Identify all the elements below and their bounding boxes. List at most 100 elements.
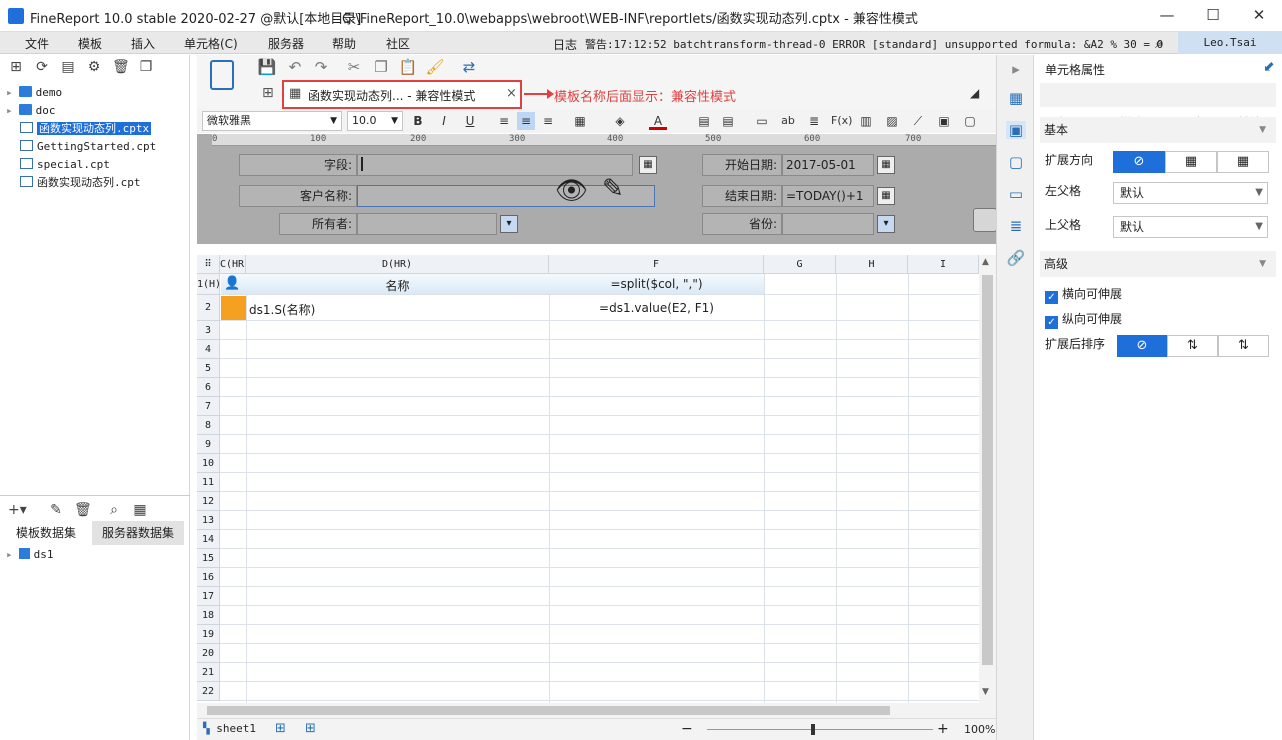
row-header[interactable]: 11 <box>197 473 220 492</box>
menu-cell[interactable]: 单元格(C) <box>184 35 238 52</box>
minimize-button[interactable]: — <box>1152 4 1182 26</box>
row-header[interactable]: 1(H) <box>197 274 221 295</box>
border-icon[interactable]: ▦ <box>571 112 589 130</box>
float-element-icon[interactable]: ▢ <box>1006 153 1026 171</box>
menu-file[interactable]: 文件 <box>25 35 49 52</box>
row-header[interactable]: 14 <box>197 530 220 549</box>
italic-button[interactable]: I <box>435 112 453 130</box>
align-left-icon[interactable]: ≡ <box>495 112 513 130</box>
cell-element-icon[interactable]: ▣ <box>1006 121 1026 139</box>
menu-insert[interactable]: 插入 <box>131 35 155 52</box>
hyperlink-icon[interactable]: 🔗 <box>1006 249 1026 267</box>
close-tab-icon[interactable]: × <box>506 86 517 101</box>
swap-icon[interactable]: ⇄ <box>459 58 479 78</box>
horizontal-expand-icon[interactable]: ▦ <box>1217 151 1269 173</box>
undo-icon[interactable]: ↶ <box>285 58 305 78</box>
row-header[interactable]: 6 <box>197 378 220 397</box>
row-header[interactable]: 9 <box>197 435 220 454</box>
start-date-input[interactable]: 2017-05-01 <box>782 154 874 176</box>
log-label[interactable]: 日志 <box>553 36 577 53</box>
row-header[interactable]: 8 <box>197 416 220 435</box>
scroll-thumb[interactable] <box>982 275 993 665</box>
add-form-sheet-icon[interactable]: ⊞ <box>305 721 316 736</box>
row-header[interactable]: 3 <box>197 321 220 340</box>
field-picker-icon[interactable]: ▦ <box>639 156 657 174</box>
add-sheet-icon[interactable]: ⊞ <box>275 721 286 736</box>
tab-template-dataset[interactable]: 模板数据集 <box>0 521 92 545</box>
underline-button[interactable]: U <box>461 112 479 130</box>
insert-richtext-icon[interactable]: ≣ <box>805 112 823 130</box>
add-dataset-icon[interactable]: +▾ <box>8 502 27 518</box>
vertical-expand-icon[interactable]: ▦ <box>1165 151 1217 173</box>
tree-item-demo[interactable]: ▸ demo <box>6 84 62 102</box>
condition-icon[interactable]: ≣ <box>1006 217 1026 235</box>
tree-item-cptx[interactable]: 函数实现动态列.cptx <box>20 120 152 138</box>
insert-text-icon[interactable]: ab <box>779 112 797 130</box>
field-input[interactable] <box>357 154 633 176</box>
insert-slash-icon[interactable]: ⟋ <box>909 112 927 130</box>
zoom-out-icon[interactable]: − <box>681 721 693 737</box>
pin-icon[interactable]: ⬋ <box>1263 59 1275 75</box>
owner-input[interactable] <box>357 213 497 235</box>
row-header[interactable]: 2 <box>197 295 220 321</box>
row-header[interactable]: 10 <box>197 454 220 473</box>
user-name[interactable]: Leo.Tsai <box>1178 32 1282 54</box>
zoom-slider[interactable] <box>707 729 933 730</box>
save-icon[interactable]: 💾 <box>257 58 277 78</box>
fill-color-icon[interactable]: ◈ <box>611 112 629 130</box>
row-header[interactable]: 12 <box>197 492 220 511</box>
menu-server[interactable]: 服务器 <box>268 35 304 52</box>
section-basic[interactable]: 基本 ▼ <box>1040 117 1276 143</box>
refresh-icon[interactable]: ⟳ <box>34 59 50 75</box>
row-header[interactable]: 4 <box>197 340 220 359</box>
tree-item-cpt[interactable]: 函数实现动态列.cpt <box>20 174 141 192</box>
top-parent-select[interactable]: 默认 ▼ <box>1113 216 1268 238</box>
delete-icon[interactable]: 🗑 <box>112 59 130 75</box>
template-big-icon[interactable] <box>210 60 234 90</box>
calendar-icon[interactable]: ▦ <box>877 187 895 205</box>
redo-icon[interactable]: ↷ <box>311 58 331 78</box>
col-header-h[interactable]: H <box>836 255 908 274</box>
calendar-icon[interactable]: ▦ <box>877 156 895 174</box>
tree-item-special[interactable]: special.cpt <box>20 156 110 174</box>
col-header-g[interactable]: G <box>764 255 836 274</box>
sheet-tab[interactable]: ▚ sheet1 <box>203 722 256 735</box>
zoom-slider-thumb[interactable] <box>811 724 815 735</box>
col-header-f[interactable]: F <box>549 255 764 274</box>
owner-dropdown-icon[interactable]: ▾ <box>500 215 518 233</box>
vertical-expandable-checkbox[interactable]: ✓ 纵向可伸展 <box>1045 310 1122 329</box>
zoom-in-icon[interactable]: + <box>937 721 949 737</box>
close-button[interactable]: ✕ <box>1244 4 1274 26</box>
widget-icon[interactable]: ▭ <box>1006 185 1026 203</box>
row-header[interactable]: 22 <box>197 682 220 701</box>
tree-item-gettingstarted[interactable]: GettingStarted.cpt <box>20 138 156 156</box>
province-dropdown-icon[interactable]: ▾ <box>877 215 895 233</box>
tab-server-dataset[interactable]: 服务器数据集 <box>92 521 184 545</box>
horizontal-expandable-checkbox[interactable]: ✓ 横向可伸展 <box>1045 285 1122 304</box>
cell-d2[interactable]: ds1.S(名称) <box>249 301 545 318</box>
align-center-icon[interactable]: ≡ <box>517 112 535 130</box>
row-header[interactable]: 17 <box>197 587 220 606</box>
hide-icon[interactable]: 👁 <box>555 176 588 206</box>
cell-element-icon[interactable]: ▢ <box>961 112 979 130</box>
col-header-d[interactable]: D(HR) <box>246 255 549 274</box>
row-header[interactable]: 20 <box>197 644 220 663</box>
format-brush-icon[interactable]: 🖌 <box>425 58 445 78</box>
horizontal-scrollbar[interactable] <box>197 703 996 718</box>
insert-chart-icon[interactable]: ▥ <box>857 112 875 130</box>
province-input[interactable] <box>782 213 874 235</box>
row-header[interactable]: 15 <box>197 549 220 568</box>
row-header[interactable]: 19 <box>197 625 220 644</box>
paste-icon[interactable]: 📋 <box>398 58 418 78</box>
cell-attributes-icon[interactable]: ▦ <box>1006 89 1026 107</box>
insert-subreport-icon[interactable]: ▣ <box>935 112 953 130</box>
edit-dataset-icon[interactable]: ✎ <box>48 502 64 518</box>
font-size-select[interactable]: 10.0 ▼ <box>347 111 403 131</box>
search-icon[interactable]: ⌕ <box>1155 34 1163 52</box>
menu-help[interactable]: 帮助 <box>332 35 356 52</box>
end-date-input[interactable]: =TODAY()+1 <box>782 185 874 207</box>
corner-select[interactable]: ⠿ <box>197 255 220 274</box>
row-header[interactable]: 5 <box>197 359 220 378</box>
unmerge-icon[interactable]: ▤ <box>719 112 737 130</box>
collapse-arrow-icon[interactable]: ▸ <box>1006 60 1026 78</box>
